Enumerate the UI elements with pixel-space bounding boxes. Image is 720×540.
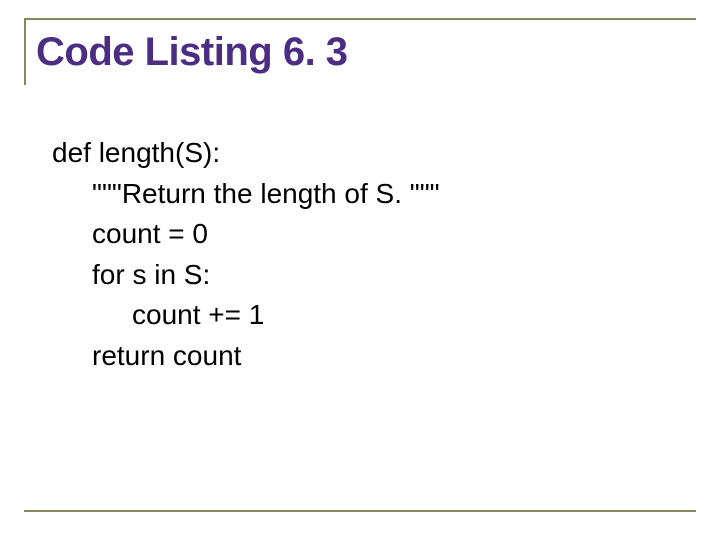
title-container: Code Listing 6. 3: [24, 18, 696, 85]
code-line-init: count = 0: [52, 214, 696, 255]
code-line-docstring: """Return the length of S. """: [52, 174, 696, 215]
slide: Code Listing 6. 3 def length(S): """Retu…: [0, 0, 720, 540]
slide-title: Code Listing 6. 3: [36, 30, 696, 75]
code-listing: def length(S): """Return the length of S…: [24, 133, 696, 377]
footer-divider: [24, 510, 696, 512]
code-line-return: return count: [52, 336, 696, 377]
code-line-increment: count += 1: [52, 295, 696, 336]
code-line-def: def length(S):: [52, 133, 696, 174]
code-line-for: for s in S:: [52, 255, 696, 296]
